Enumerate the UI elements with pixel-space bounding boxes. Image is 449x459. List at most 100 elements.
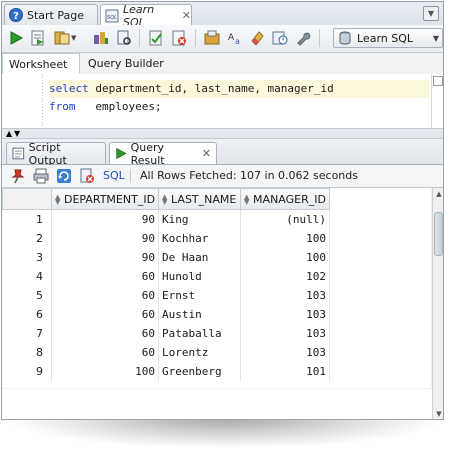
autotrace-icon[interactable] [54, 30, 70, 46]
rollback-icon[interactable] [171, 30, 187, 46]
sql-editor[interactable]: select department_id, last_name, manager… [2, 74, 443, 129]
cell-last-name[interactable]: Hunold [158, 267, 242, 286]
cell-department-id[interactable]: 60 [51, 324, 160, 343]
table-row[interactable]: 4 60 Hunold 102 [2, 267, 330, 286]
connection-selector[interactable]: Learn SQL ▼ [333, 28, 443, 48]
cell-last-name[interactable]: Austin [158, 305, 242, 324]
grid-scrollbar[interactable]: ▲ ▼ [432, 188, 443, 419]
cell-manager-id[interactable]: 103 [240, 324, 330, 343]
column-label: DEPARTMENT_ID [64, 192, 156, 206]
column-header-department-id[interactable]: ▲ ▼ DEPARTMENT_ID [50, 188, 160, 210]
tab-start-page[interactable]: ? Start Page [4, 4, 98, 25]
cell-manager-id[interactable]: 100 [240, 229, 330, 248]
row-number[interactable]: 1 [2, 209, 52, 229]
table-row[interactable]: 7 60 Pataballa 103 [2, 324, 330, 343]
explain-plan-icon[interactable] [93, 30, 109, 46]
collapse-up-icon[interactable]: ▲ [6, 129, 12, 138]
cell-last-name[interactable]: King [158, 209, 242, 229]
refresh-icon[interactable] [56, 168, 72, 184]
cell-last-name[interactable]: Ernst [158, 286, 242, 305]
cancel-query-icon[interactable] [79, 168, 95, 184]
cell-department-id[interactable]: 60 [51, 286, 160, 305]
cell-last-name[interactable]: Pataballa [158, 324, 242, 343]
tab-worksheet[interactable]: Worksheet [2, 53, 80, 74]
cell-last-name[interactable]: De Haan [158, 248, 242, 267]
cell-department-id[interactable]: 60 [51, 267, 160, 286]
table-row[interactable]: 8 60 Lorentz 103 [2, 343, 330, 362]
print-icon[interactable] [33, 168, 49, 184]
scroll-thumb[interactable] [434, 212, 443, 256]
run-script-icon[interactable] [30, 30, 46, 46]
dropdown-arrow-icon[interactable]: ▼ [71, 34, 76, 42]
cell-manager-id[interactable]: 100 [240, 248, 330, 267]
window-menu-icon[interactable]: ▼ [423, 6, 439, 21]
tab-query-builder[interactable]: Query Builder [82, 53, 170, 74]
document-tab-strip: ? Start Page SQL Learn SQL ✕ ▼ [2, 2, 443, 29]
commit-icon[interactable] [148, 30, 164, 46]
column-header-last-name[interactable]: ▲ ▼ LAST_NAME [158, 188, 242, 210]
close-tab-icon[interactable]: ✕ [202, 147, 211, 160]
toolbar-separator [130, 169, 131, 183]
row-number[interactable]: 8 [2, 343, 52, 362]
table-row[interactable]: 3 90 De Haan 100 [2, 248, 330, 267]
sql-button[interactable]: SQL [103, 169, 125, 182]
cell-department-id[interactable]: 90 [51, 229, 160, 248]
scroll-up-icon[interactable]: ▲ [433, 188, 443, 200]
table-row[interactable]: 5 60 Ernst 103 [2, 286, 330, 305]
tab-script-output[interactable]: Script Output [6, 141, 106, 167]
cell-last-name[interactable]: Lorentz [158, 343, 242, 362]
row-number[interactable]: 6 [2, 305, 52, 324]
scroll-down-icon[interactable]: ▼ [433, 408, 443, 419]
to-upper-lower-icon[interactable]: Aa [227, 30, 243, 46]
cell-manager-id[interactable]: 103 [240, 305, 330, 324]
table-row[interactable]: 1 90 King (null) [2, 209, 330, 229]
row-number[interactable]: 9 [2, 362, 52, 381]
cell-manager-id[interactable]: 103 [240, 286, 330, 305]
row-number[interactable]: 3 [2, 248, 52, 267]
editor-scrollbar[interactable] [431, 74, 443, 128]
svg-text:?: ? [13, 11, 19, 22]
table-row[interactable]: 9 100 Greenberg 101 [2, 362, 330, 381]
sql-history-icon[interactable] [272, 30, 288, 46]
expand-down-icon[interactable]: ▼ [14, 129, 20, 138]
cell-department-id[interactable]: 60 [51, 343, 160, 362]
wrench-icon[interactable] [295, 30, 311, 46]
clear-eraser-icon[interactable] [249, 30, 265, 46]
cell-manager-id[interactable]: (null) [240, 209, 330, 229]
table-row[interactable]: 6 60 Austin 103 [2, 305, 330, 324]
cell-last-name[interactable]: Greenberg [158, 362, 242, 381]
run-statement-icon[interactable] [8, 30, 24, 46]
row-number[interactable]: 2 [2, 229, 52, 248]
sort-icon: ▲ ▼ [55, 192, 61, 206]
cell-department-id[interactable]: 90 [51, 209, 160, 229]
column-header-manager-id[interactable]: ▲ ▼ MANAGER_ID [240, 188, 330, 210]
close-tab-icon[interactable]: ✕ [182, 9, 191, 22]
row-number-header [2, 188, 52, 210]
cell-manager-id[interactable]: 103 [240, 343, 330, 362]
tab-learn-sql[interactable]: SQL Learn SQL ✕ [100, 3, 192, 29]
panel-splitter[interactable]: ▲ ▼ [2, 129, 443, 139]
cell-manager-id[interactable]: 102 [240, 267, 330, 286]
row-number[interactable]: 4 [2, 267, 52, 286]
sql-code[interactable]: select department_id, last_name, manager… [49, 80, 429, 116]
sql-keyword: select [49, 82, 89, 95]
pin-icon[interactable] [10, 168, 26, 184]
cell-department-id[interactable]: 60 [51, 305, 160, 324]
cell-last-name[interactable]: Kochhar [158, 229, 242, 248]
toolbar-separator [195, 29, 196, 47]
fetch-status: All Rows Fetched: 107 in 0.062 seconds [140, 169, 358, 182]
unshared-worksheet-icon[interactable] [204, 30, 220, 46]
row-number[interactable]: 5 [2, 286, 52, 305]
sql-tuning-icon[interactable] [116, 30, 132, 46]
result-grid[interactable]: ▲ ▼ DEPARTMENT_ID ▲ ▼ LAST_NAME ▲ ▼ MANAGER_ID… [2, 188, 431, 388]
cell-department-id[interactable]: 100 [51, 362, 160, 381]
table-row[interactable]: 2 90 Kochhar 100 [2, 229, 330, 248]
cell-manager-id[interactable]: 101 [240, 362, 330, 381]
window-shadow [10, 418, 440, 448]
cell-department-id[interactable]: 90 [51, 248, 160, 267]
column-label: LAST_NAME [171, 192, 237, 206]
column-label: MANAGER_ID [253, 192, 326, 206]
tab-query-result[interactable]: Query Result ✕ [109, 141, 217, 167]
result-toolbar: SQL All Rows Fetched: 107 in 0.062 secon… [2, 165, 443, 188]
row-number[interactable]: 7 [2, 324, 52, 343]
